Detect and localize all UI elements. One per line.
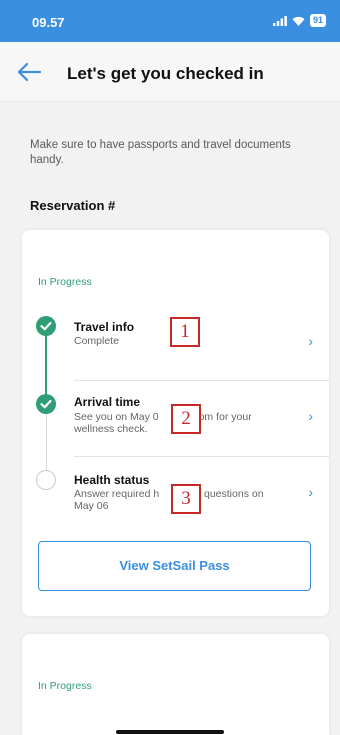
wifi-icon bbox=[292, 16, 305, 26]
signal-icon bbox=[272, 15, 287, 26]
checkin-card-2: In Progress bbox=[22, 634, 329, 735]
page-title: Let's get you checked in bbox=[67, 64, 264, 83]
status-bar: 09.57 91 bbox=[0, 0, 340, 42]
divider bbox=[74, 456, 329, 457]
view-setsail-pass-button[interactable]: View SetSail Pass bbox=[38, 541, 311, 591]
step-subtitle-line1: See you on May 0 bbox=[74, 411, 159, 423]
chevron-right-icon: › bbox=[308, 408, 313, 424]
battery-icon: 91 bbox=[309, 14, 326, 27]
pending-circle-icon bbox=[36, 470, 56, 490]
annotation-1: 1 bbox=[170, 317, 200, 347]
step-title: Travel info bbox=[74, 320, 135, 334]
step-title: Health status bbox=[74, 473, 150, 487]
intro-text: Make sure to have passports and travel d… bbox=[30, 139, 291, 166]
chevron-right-icon: › bbox=[308, 484, 313, 500]
step-subtitle-line1-tail: questions on bbox=[204, 488, 264, 500]
arrow-left-icon bbox=[17, 62, 42, 82]
check-icon bbox=[36, 316, 56, 336]
status-label: In Progress bbox=[38, 680, 92, 692]
annotation-3: 3 bbox=[171, 484, 201, 514]
home-indicator bbox=[116, 730, 224, 734]
chevron-right-icon: › bbox=[308, 333, 313, 349]
status-label: In Progress bbox=[38, 276, 92, 288]
status-time: 09.57 bbox=[32, 15, 65, 30]
header: Let's get you checked in bbox=[0, 42, 340, 102]
back-button[interactable] bbox=[14, 59, 44, 85]
reservation-label: Reservation # bbox=[30, 198, 116, 213]
check-icon bbox=[36, 394, 56, 414]
status-icons: 91 bbox=[272, 14, 326, 27]
step-subtitle-line1: Answer required h bbox=[74, 488, 160, 500]
annotation-2: 2 bbox=[171, 404, 201, 434]
divider bbox=[74, 380, 329, 381]
step-title: Arrival time bbox=[74, 395, 141, 409]
